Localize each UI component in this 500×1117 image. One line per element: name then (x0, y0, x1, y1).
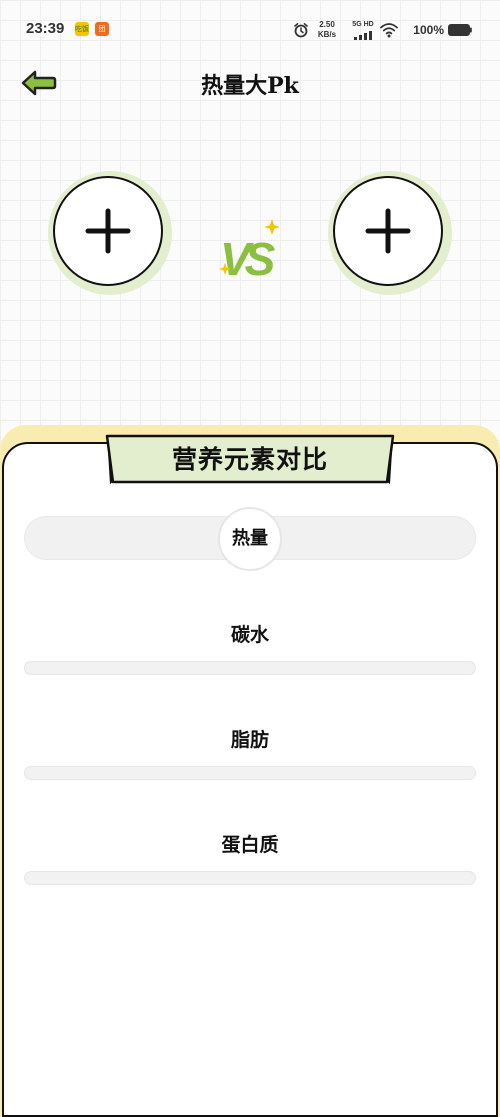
network-speed: 2.50 KB/s (312, 20, 342, 40)
carbs-comparison-bar (24, 661, 476, 675)
wifi-icon (380, 23, 398, 38)
fat-comparison-bar (24, 766, 476, 780)
signal-icon (354, 31, 372, 40)
network-speed-value: 2.50 (319, 20, 335, 29)
add-food-left-circle (53, 176, 163, 286)
carbs-label: 碳水 (230, 624, 269, 646)
protein-comparison-bar (24, 871, 476, 885)
status-bar: 23:39 吃饭 团 2.50 KB/s 5G HD 100% (0, 0, 500, 60)
status-indicators: 2.50 KB/s 5G HD 100% (272, 18, 472, 44)
vs-logo: VS (219, 219, 282, 285)
add-food-right-circle (333, 176, 443, 286)
plus-icon (85, 208, 131, 254)
protein-label: 蛋白质 (221, 834, 279, 856)
status-time: 23:39 (26, 20, 65, 37)
plus-icon (365, 208, 411, 254)
add-food-left-button[interactable] (48, 171, 172, 295)
battery-icon (448, 24, 472, 36)
network-speed-unit: KB/s (317, 30, 337, 39)
calories-label: 热量 (232, 528, 268, 549)
add-food-right-button[interactable] (328, 171, 452, 295)
page-title: 热量大Pk (201, 73, 299, 99)
app-notification-icon: 团 (95, 22, 109, 36)
header: 热量大Pk (0, 60, 500, 106)
alarm-icon (294, 23, 308, 38)
fat-label: 脂肪 (230, 729, 269, 751)
app-notification-icon: 吃饭 (75, 22, 89, 36)
vs-label: VS (220, 233, 276, 285)
battery-level: 100% (413, 23, 444, 37)
network-type: 5G HD (352, 21, 374, 28)
panel-title: 营养元素对比 (171, 445, 328, 474)
